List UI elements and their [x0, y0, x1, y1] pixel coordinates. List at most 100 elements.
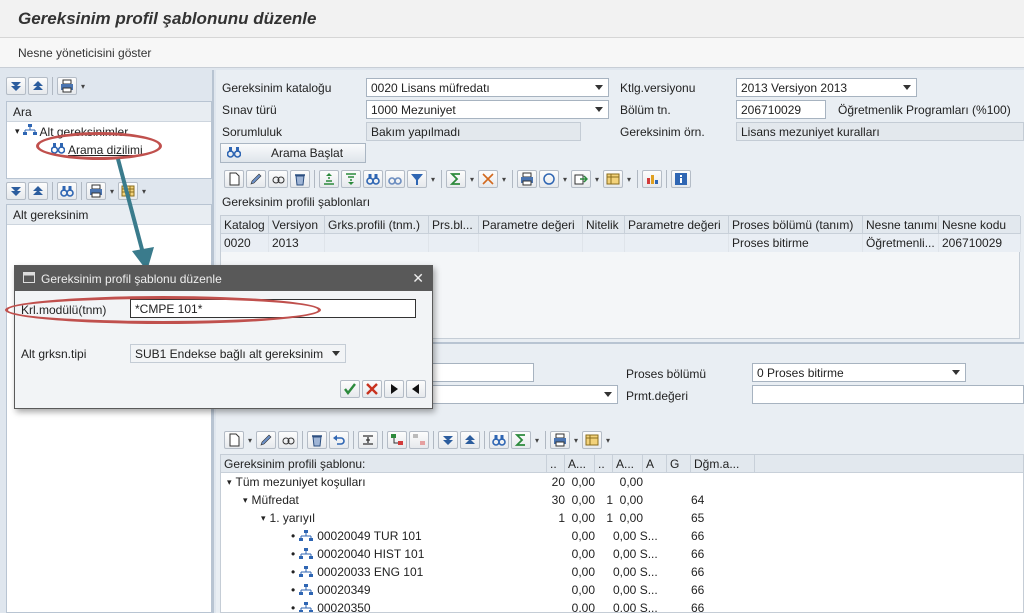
delete-icon-2[interactable] [307, 431, 327, 449]
views-icon[interactable] [539, 170, 559, 188]
delete-icon[interactable] [290, 170, 310, 188]
structure-disabled-icon[interactable] [409, 431, 429, 449]
expand-arrow-icon[interactable]: ▾ [261, 513, 266, 524]
col-param-value-1[interactable]: Parametre değeri [479, 216, 583, 234]
undo-icon[interactable] [329, 431, 349, 449]
tree-col-6[interactable]: G [667, 455, 691, 473]
param-value-input[interactable] [752, 385, 1024, 404]
cell-attribute[interactable] [583, 234, 625, 252]
show-object-manager-button[interactable]: Nesne yöneticisini göster [18, 46, 151, 60]
layout-icon-tree[interactable] [582, 431, 602, 449]
filter-dropdown-icon[interactable]: ▾ [429, 170, 437, 188]
filter-icon[interactable] [407, 170, 427, 188]
structure-icon[interactable] [387, 431, 407, 449]
partial-select-2[interactable] [426, 385, 618, 404]
layout-dropdown-icon-tree[interactable]: ▾ [604, 431, 612, 449]
layout-dropdown-icon-grid[interactable]: ▾ [625, 170, 633, 188]
cell-profile[interactable] [325, 234, 429, 252]
cell-process-section[interactable]: Proses bitirme [729, 234, 863, 252]
subtotal-dropdown-icon[interactable]: ▾ [500, 170, 508, 188]
export-dropdown-icon[interactable]: ▾ [593, 170, 601, 188]
collapse-all-icon-2[interactable] [28, 182, 48, 200]
col-process-block[interactable]: Prs.bl... [429, 216, 479, 234]
tree-row[interactable]: • 00020349 0,00 0,00 S... 66 [221, 581, 1023, 599]
edit-icon-2[interactable] [256, 431, 276, 449]
find-next-icon[interactable] [385, 170, 405, 188]
find-icon-tree[interactable] [489, 431, 509, 449]
display-icon[interactable] [268, 170, 288, 188]
tree-row[interactable]: • 00020033 ENG 101 0,00 0,00 S... 66 [221, 563, 1023, 581]
insert-icon[interactable] [358, 431, 378, 449]
expand-all-icon-3[interactable] [438, 431, 458, 449]
exam-type-select[interactable]: 1000 Mezuniyet [366, 100, 609, 119]
tree-row[interactable]: • 00020350 0,00 0,00 S... 66 [221, 599, 1023, 612]
cell-param-value-1[interactable] [479, 234, 583, 252]
next-arrow-icon[interactable] [384, 380, 404, 398]
cell-object-desc[interactable]: Öğretmenli... [863, 234, 939, 252]
sort-descending-icon[interactable] [341, 170, 361, 188]
cell-param-value-2[interactable] [625, 234, 729, 252]
partial-input-1[interactable] [426, 363, 534, 382]
tree-col-7[interactable]: Dğm.a... [691, 455, 755, 473]
find-icon-grid[interactable] [363, 170, 383, 188]
start-search-button[interactable]: Arama Başlat [220, 143, 366, 163]
tree-col-template[interactable]: Gereksinim profili şablonu: [221, 455, 547, 473]
tree-col-4[interactable]: A... [613, 455, 643, 473]
print-icon-tree[interactable] [550, 431, 570, 449]
edit-icon[interactable] [246, 170, 266, 188]
catalog-version-select[interactable]: 2013 Versiyon 2013 [736, 78, 917, 97]
new-icon[interactable] [224, 170, 244, 188]
info-icon[interactable] [671, 170, 691, 188]
views-dropdown-icon[interactable]: ▾ [561, 170, 569, 188]
collapse-all-icon[interactable] [28, 77, 48, 95]
cell-catalog[interactable]: 0020 [221, 234, 269, 252]
new-icon-2[interactable] [224, 431, 244, 449]
expand-arrow-icon[interactable]: ▾ [15, 126, 20, 137]
print-dropdown-icon[interactable]: ▾ [79, 77, 87, 95]
col-object-code[interactable]: Nesne kodu [939, 216, 1021, 234]
layout-icon[interactable] [603, 170, 623, 188]
department-input[interactable]: 206710029 [736, 100, 826, 119]
export-icon[interactable] [571, 170, 591, 188]
tree-col-2[interactable]: A... [565, 455, 595, 473]
col-object-desc[interactable]: Nesne tanımı [863, 216, 939, 234]
graphic-icon[interactable] [642, 170, 662, 188]
new-dropdown-icon[interactable]: ▾ [246, 431, 254, 449]
subtype-select[interactable]: SUB1 Endekse bağlı alt gereksinim [130, 344, 346, 363]
catalog-select[interactable]: 0020 Lisans müfredatı [366, 78, 609, 97]
display-icon-2[interactable] [278, 431, 298, 449]
close-icon[interactable]: ✕ [412, 270, 424, 287]
sum-icon-tree[interactable] [511, 431, 531, 449]
cell-object-code[interactable]: 206710029 [939, 234, 1021, 252]
col-process-section[interactable]: Proses bölümü (tanım) [729, 216, 863, 234]
tree-col-3[interactable]: .. [595, 455, 613, 473]
previous-arrow-icon[interactable] [406, 380, 426, 398]
tree-row[interactable]: ▾ 1. yarıyıl 1 0,00 1 0,00 65 [221, 509, 1023, 527]
print-icon[interactable] [57, 77, 77, 95]
print-icon-grid[interactable] [517, 170, 537, 188]
col-catalog[interactable]: Katalog [221, 216, 269, 234]
expand-all-icon[interactable] [6, 77, 26, 95]
tree-row[interactable]: ▾ Müfredat 30 0,00 1 0,00 64 [221, 491, 1023, 509]
confirm-check-icon[interactable] [340, 380, 360, 398]
col-profile[interactable]: Grks.profili (tnm.) [325, 216, 429, 234]
subtotal-icon[interactable] [478, 170, 498, 188]
sum-dropdown-icon[interactable]: ▾ [468, 170, 476, 188]
collapse-all-icon-3[interactable] [460, 431, 480, 449]
sum-icon[interactable] [446, 170, 466, 188]
tree-row[interactable]: ▾ Tüm mezuniyet koşulları 20 0,00 0,00 [221, 473, 1023, 491]
sort-ascending-icon[interactable] [319, 170, 339, 188]
process-section-select[interactable]: 0 Proses bitirme [752, 363, 966, 382]
col-param-value-2[interactable]: Parametre değeri [625, 216, 729, 234]
cancel-x-icon[interactable] [362, 380, 382, 398]
tree-row[interactable]: • 00020049 TUR 101 0,00 0,00 S... 66 [221, 527, 1023, 545]
col-attribute[interactable]: Nitelik [583, 216, 625, 234]
tree-row[interactable]: • 00020040 HIST 101 0,00 0,00 S... 66 [221, 545, 1023, 563]
expand-all-icon-2[interactable] [6, 182, 26, 200]
tree-col-1[interactable]: .. [547, 455, 565, 473]
sum-dropdown-icon-tree[interactable]: ▾ [533, 431, 541, 449]
cell-process-block[interactable] [429, 234, 479, 252]
find-icon[interactable] [57, 182, 77, 200]
expand-arrow-icon[interactable]: ▾ [227, 477, 232, 488]
col-version[interactable]: Versiyon [269, 216, 325, 234]
